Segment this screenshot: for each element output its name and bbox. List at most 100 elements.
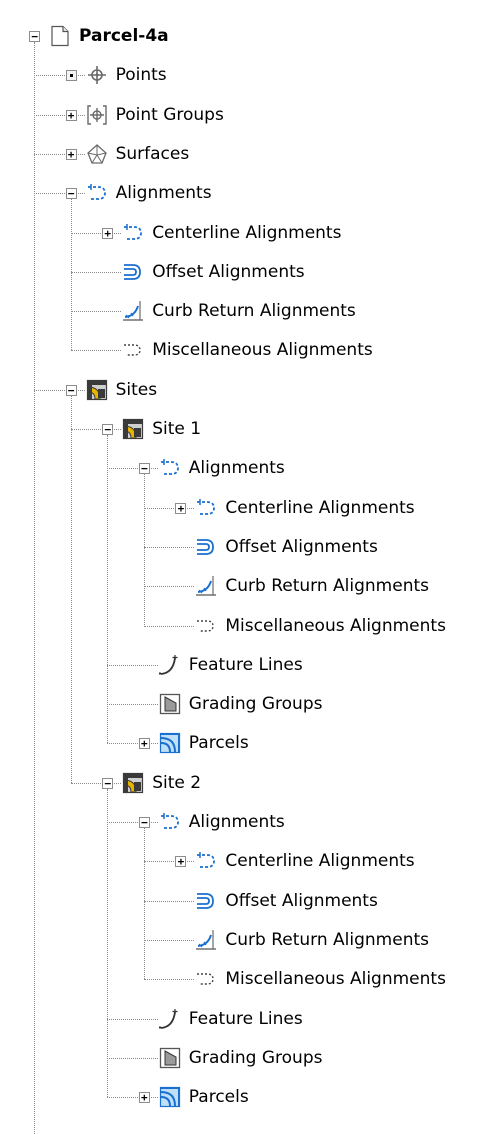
tree-item-alignments[interactable]: Alignments bbox=[189, 457, 285, 479]
tree-item-offset-alignments[interactable]: Offset Alignments bbox=[225, 890, 377, 912]
collapse-toggle[interactable]: − bbox=[65, 188, 77, 200]
tree-connector bbox=[107, 468, 158, 470]
alignment-icon bbox=[159, 811, 181, 833]
drawing-icon bbox=[49, 25, 71, 47]
tree-item-site-2[interactable]: Site 2 bbox=[152, 772, 201, 794]
tree-item-centerline-alignments[interactable]: Centerline Alignments bbox=[225, 850, 414, 872]
alignment-icon bbox=[159, 457, 181, 479]
tree-item-offset-alignments[interactable]: Offset Alignments bbox=[152, 261, 304, 283]
feature-line-icon bbox=[158, 1008, 181, 1030]
tree-item-alignments[interactable]: Alignments bbox=[116, 182, 212, 204]
curb-return-icon bbox=[195, 575, 217, 597]
tree-connector bbox=[107, 704, 158, 706]
collapse-toggle[interactable]: − bbox=[65, 384, 77, 396]
collapse-toggle[interactable]: − bbox=[102, 777, 114, 789]
tree-connector bbox=[107, 664, 158, 666]
tree-connector bbox=[107, 1018, 158, 1020]
sites-icon bbox=[86, 379, 108, 401]
tree-connector bbox=[107, 1097, 158, 1099]
collapse-toggle[interactable]: − bbox=[138, 817, 150, 828]
tree-connector bbox=[143, 900, 195, 902]
tree-item-point-groups[interactable]: Point Groups bbox=[116, 104, 224, 126]
alignment-icon bbox=[86, 182, 108, 204]
tree-item-points[interactable]: Points bbox=[116, 64, 167, 86]
tree-item-parcel-4a[interactable]: Parcel-4a bbox=[79, 25, 169, 47]
tree-item-curb-return-alignments[interactable]: Curb Return Alignments bbox=[152, 300, 356, 322]
alignment-icon bbox=[195, 850, 217, 872]
misc-alignment-icon bbox=[195, 615, 217, 637]
tree-guide-line bbox=[70, 395, 72, 783]
collapse-toggle[interactable]: − bbox=[102, 424, 114, 435]
tree-connector bbox=[143, 939, 195, 941]
tree-item-centerline-alignments[interactable]: Centerline Alignments bbox=[152, 222, 341, 244]
misc-alignment-icon bbox=[195, 968, 217, 990]
expand-toggle[interactable]: + bbox=[175, 502, 187, 514]
alignment-icon bbox=[122, 222, 144, 244]
expand-toggle[interactable]: + bbox=[138, 738, 150, 750]
site-icon bbox=[122, 418, 144, 440]
prospector-tree: − Parcel-4a Points + Point Groups + Surfaces − A… bbox=[0, 0, 495, 1134]
tree-guide-line bbox=[143, 474, 145, 626]
node-toggle[interactable] bbox=[65, 70, 77, 82]
tree-item-sites[interactable]: Sites bbox=[116, 379, 158, 401]
tree-connector bbox=[34, 389, 85, 391]
expand-toggle[interactable]: + bbox=[138, 1092, 150, 1104]
tree-item-curb-return-alignments[interactable]: Curb Return Alignments bbox=[225, 575, 429, 597]
tree-connector bbox=[70, 350, 122, 352]
grading-group-icon bbox=[159, 693, 181, 715]
collapse-toggle[interactable]: − bbox=[138, 463, 150, 475]
tree-connector bbox=[107, 743, 158, 745]
tree-item-grading-groups[interactable]: Grading Groups bbox=[189, 1047, 323, 1069]
tree-guide-line bbox=[107, 435, 109, 744]
tree-connector bbox=[143, 861, 195, 863]
point-group-icon bbox=[86, 104, 108, 126]
grading-group-icon bbox=[159, 1047, 181, 1069]
tree-item-surfaces[interactable]: Surfaces bbox=[116, 143, 190, 165]
tree-item-parcels[interactable]: Parcels bbox=[189, 1086, 249, 1108]
tree-connector bbox=[70, 271, 122, 273]
tree-guide-line bbox=[107, 788, 109, 1098]
collapse-toggle[interactable]: − bbox=[29, 31, 40, 42]
tree-item-site-1[interactable]: Site 1 bbox=[152, 418, 201, 440]
offset-alignment-icon bbox=[195, 536, 217, 558]
expand-toggle[interactable]: + bbox=[102, 227, 114, 239]
tree-connector bbox=[107, 822, 158, 823]
point-icon bbox=[86, 64, 108, 86]
tree-connector bbox=[70, 782, 122, 784]
curb-return-icon bbox=[195, 929, 217, 951]
tree-item-centerline-alignments[interactable]: Centerline Alignments bbox=[225, 497, 414, 519]
tree-item-miscellaneous-alignments[interactable]: Miscellaneous Alignments bbox=[225, 968, 446, 990]
tree-guide-line bbox=[34, 42, 35, 1134]
tree-connector bbox=[34, 153, 85, 155]
tree-item-curb-return-alignments[interactable]: Curb Return Alignments bbox=[225, 929, 429, 951]
tree-item-miscellaneous-alignments[interactable]: Miscellaneous Alignments bbox=[152, 339, 373, 361]
tree-connector bbox=[107, 1057, 158, 1059]
expand-toggle[interactable]: + bbox=[175, 856, 187, 868]
feature-line-icon bbox=[158, 654, 181, 676]
tree-connector bbox=[34, 75, 85, 77]
expand-toggle[interactable]: + bbox=[65, 148, 77, 160]
tree-connector bbox=[143, 586, 195, 588]
tree-item-feature-lines[interactable]: Feature Lines bbox=[189, 1008, 303, 1030]
curb-return-icon bbox=[122, 300, 144, 322]
offset-alignment-icon bbox=[122, 261, 144, 283]
tree-guide-line bbox=[70, 199, 72, 351]
tree-item-parcels[interactable]: Parcels bbox=[189, 732, 249, 754]
tree-item-offset-alignments[interactable]: Offset Alignments bbox=[225, 536, 377, 558]
tree-connector bbox=[143, 625, 195, 627]
tree-item-feature-lines[interactable]: Feature Lines bbox=[189, 654, 303, 676]
offset-alignment-icon bbox=[195, 890, 217, 912]
misc-alignment-icon bbox=[122, 339, 144, 361]
tree-item-grading-groups[interactable]: Grading Groups bbox=[189, 693, 323, 715]
tree-connector bbox=[143, 979, 195, 981]
tree-connector bbox=[70, 429, 122, 430]
tree-connector bbox=[143, 507, 195, 509]
expand-toggle[interactable]: + bbox=[65, 109, 77, 121]
parcel-icon bbox=[159, 732, 181, 754]
tree-connector bbox=[70, 232, 122, 234]
site-icon bbox=[122, 772, 144, 794]
tree-item-alignments[interactable]: Alignments bbox=[189, 811, 285, 833]
parcel-icon bbox=[159, 1086, 181, 1108]
tree-item-miscellaneous-alignments[interactable]: Miscellaneous Alignments bbox=[225, 615, 446, 637]
tree-connector bbox=[143, 546, 195, 548]
